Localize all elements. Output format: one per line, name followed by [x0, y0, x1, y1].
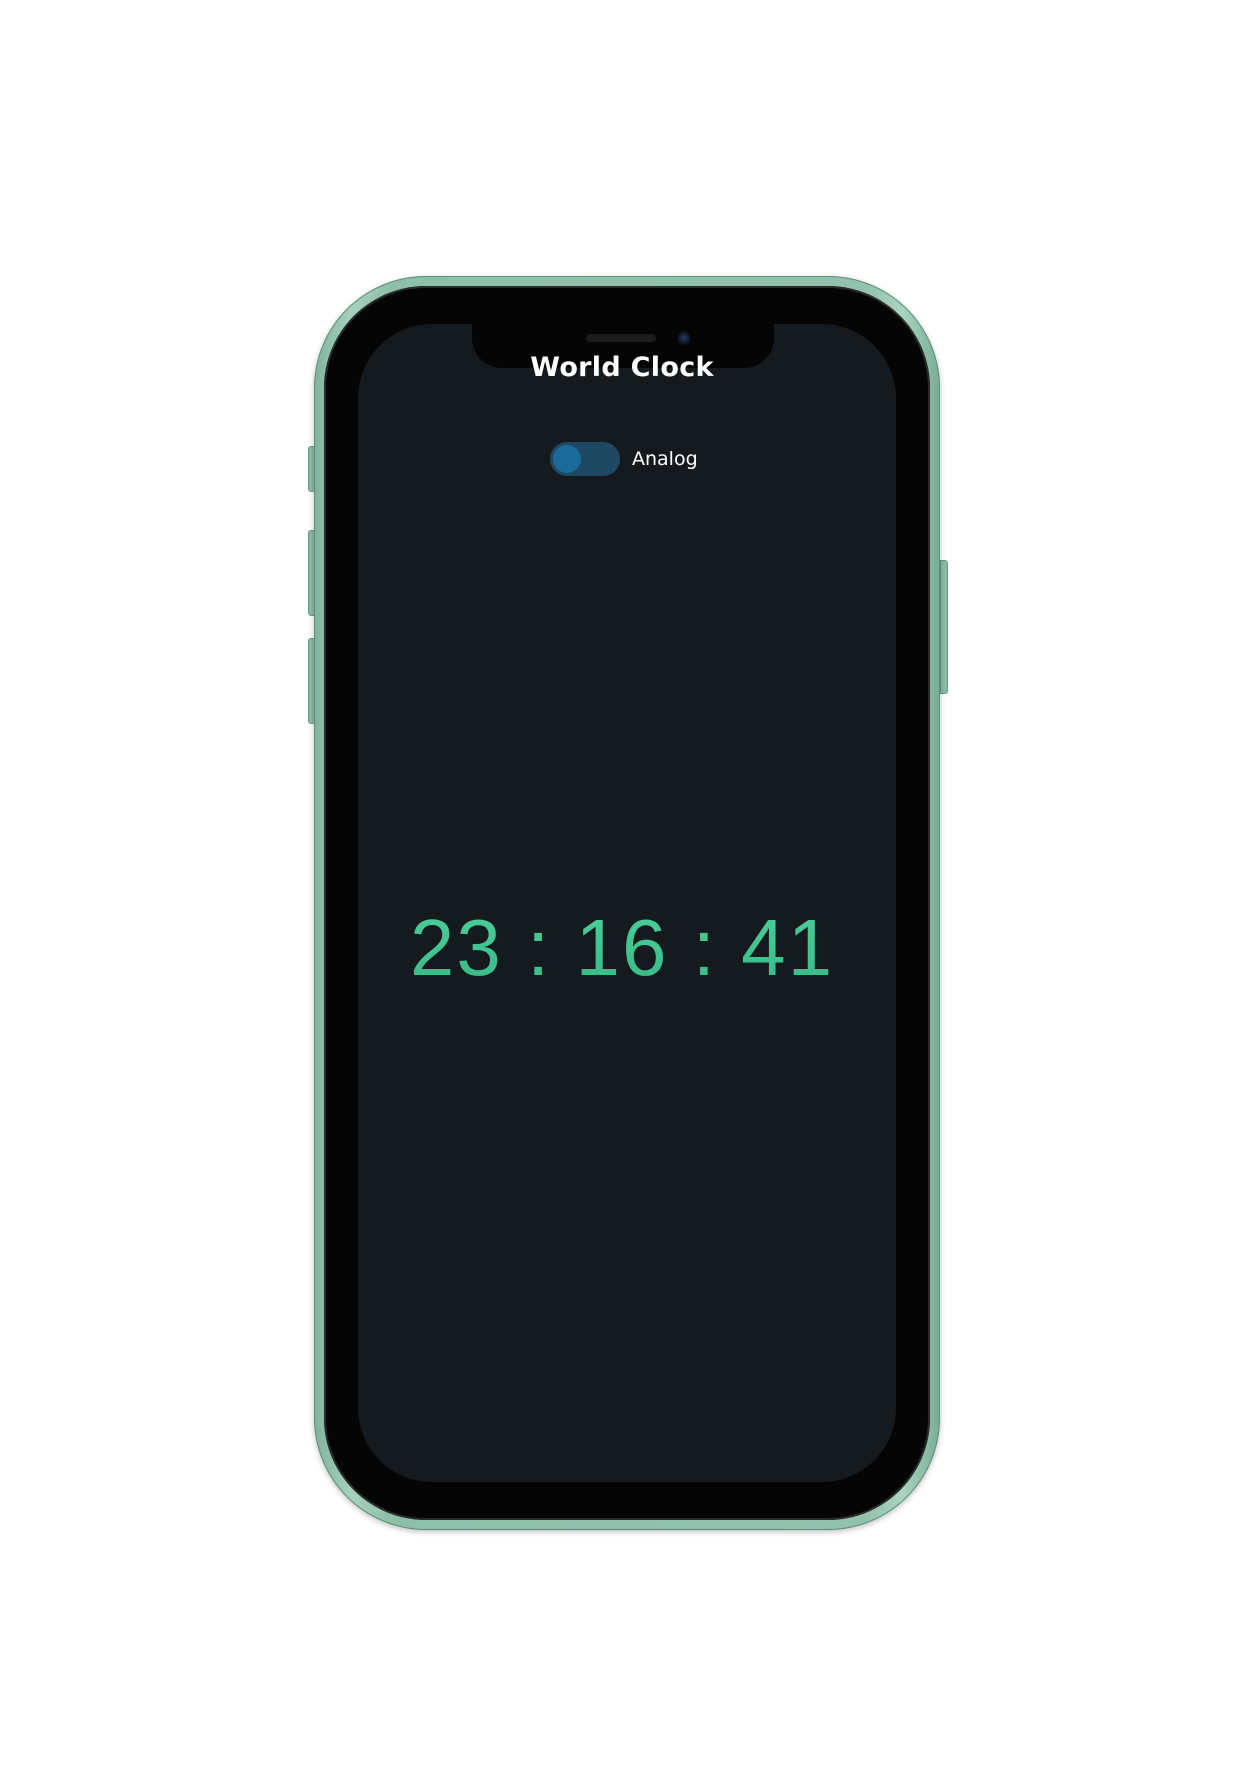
speaker-grille [586, 334, 656, 342]
app-title: World Clock [530, 352, 714, 383]
analog-toggle-switch[interactable] [550, 442, 620, 476]
front-camera-icon [677, 331, 691, 345]
digital-time-display: 23 : 16 : 41 [0, 900, 1244, 996]
analog-toggle-label: Analog [632, 448, 698, 470]
toggle-knob[interactable] [553, 445, 581, 473]
power-button [940, 560, 948, 694]
clock-mode-toggle-row: Analog [550, 442, 698, 476]
stage: World Clock Analog 23 : 16 : 41 [0, 0, 1244, 1788]
